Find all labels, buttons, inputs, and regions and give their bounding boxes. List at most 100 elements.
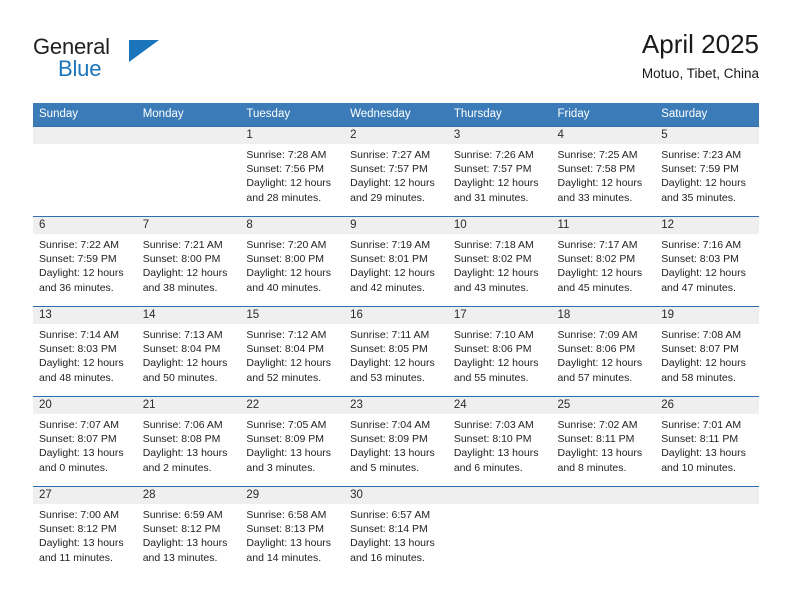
day-cell[interactable]: 17 Sunrise: 7:10 AM Sunset: 8:06 PM Dayl… <box>447 306 552 397</box>
daylight-text-line2: and 43 minutes. <box>453 281 529 294</box>
weekday-header-thursday: Thursday <box>447 103 552 127</box>
sunrise-text: Sunrise: 7:12 AM <box>246 329 327 341</box>
day-info: Sunrise: 7:22 AM Sunset: 7:59 PM Dayligh… <box>33 234 137 295</box>
day-number: 1 <box>240 127 345 144</box>
daylight-text-line1: Daylight: 12 hours <box>350 267 435 280</box>
sunset-text: Sunset: 8:03 PM <box>661 253 739 266</box>
day-cell[interactable]: 2 Sunrise: 7:27 AM Sunset: 7:57 PM Dayli… <box>344 126 448 217</box>
calendar-week-row: 27 Sunrise: 7:00 AM Sunset: 8:12 PM Dayl… <box>33 486 759 577</box>
day-cell[interactable]: 16 Sunrise: 7:11 AM Sunset: 8:05 PM Dayl… <box>344 306 448 397</box>
daylight-text-line1: Daylight: 12 hours <box>350 357 435 370</box>
calendar-page: General Blue April 2025 Motuo, Tibet, Ch… <box>0 0 792 612</box>
title-block: April 2025 Motuo, Tibet, China <box>642 28 759 84</box>
sunrise-text: Sunrise: 7:02 AM <box>557 419 638 431</box>
daylight-text-line2: and 53 minutes. <box>350 371 425 384</box>
day-cell[interactable]: 10 Sunrise: 7:18 AM Sunset: 8:02 PM Dayl… <box>447 216 552 307</box>
day-cell[interactable]: 26 Sunrise: 7:01 AM Sunset: 8:11 PM Dayl… <box>655 396 759 487</box>
day-cell[interactable] <box>551 486 656 577</box>
day-cell[interactable]: 21 Sunrise: 7:06 AM Sunset: 8:08 PM Dayl… <box>136 396 241 487</box>
brand-name-blue: Blue <box>58 56 102 81</box>
day-cell[interactable]: 11 Sunrise: 7:17 AM Sunset: 8:02 PM Dayl… <box>551 216 656 307</box>
day-cell[interactable]: 25 Sunrise: 7:02 AM Sunset: 8:11 PM Dayl… <box>551 396 656 487</box>
day-info: Sunrise: 7:13 AM Sunset: 8:04 PM Dayligh… <box>137 324 241 385</box>
day-info <box>552 504 656 508</box>
day-number: 25 <box>551 397 656 414</box>
sunset-text: Sunset: 8:06 PM <box>557 343 636 356</box>
day-cell[interactable]: 14 Sunrise: 7:13 AM Sunset: 8:04 PM Dayl… <box>136 306 241 397</box>
day-number: 12 <box>655 217 759 234</box>
daylight-text-line1: Daylight: 12 hours <box>39 267 124 280</box>
day-cell[interactable]: 1 Sunrise: 7:28 AM Sunset: 7:56 PM Dayli… <box>240 126 345 217</box>
sunrise-text: Sunrise: 7:04 AM <box>350 419 431 431</box>
day-number: 8 <box>240 217 345 234</box>
sunset-text: Sunset: 8:11 PM <box>557 433 635 446</box>
day-cell[interactable]: 19 Sunrise: 7:08 AM Sunset: 8:07 PM Dayl… <box>655 306 759 397</box>
sunrise-text: Sunrise: 7:14 AM <box>39 329 119 341</box>
brand-triangle-icon <box>129 40 159 62</box>
calendar-header-row: Sunday Monday Tuesday Wednesday Thursday… <box>33 103 759 127</box>
day-cell[interactable] <box>447 486 552 577</box>
daylight-text-line2: and 42 minutes. <box>350 281 425 294</box>
sunrise-text: Sunrise: 7:26 AM <box>453 149 534 161</box>
day-info: Sunrise: 7:17 AM Sunset: 8:02 PM Dayligh… <box>552 234 656 295</box>
day-info: Sunrise: 6:58 AM Sunset: 8:13 PM Dayligh… <box>240 504 344 565</box>
weekday-header-monday: Monday <box>136 103 241 127</box>
day-cell[interactable]: 30 Sunrise: 6:57 AM Sunset: 8:14 PM Dayl… <box>344 486 448 577</box>
day-cell[interactable]: 8 Sunrise: 7:20 AM Sunset: 8:00 PM Dayli… <box>240 216 345 307</box>
day-number: 4 <box>551 127 656 144</box>
daylight-text-line1: Daylight: 12 hours <box>661 267 746 280</box>
day-info: Sunrise: 7:12 AM Sunset: 8:04 PM Dayligh… <box>240 324 344 385</box>
day-cell[interactable]: 9 Sunrise: 7:19 AM Sunset: 8:01 PM Dayli… <box>344 216 448 307</box>
daylight-text-line2: and 58 minutes. <box>661 371 736 384</box>
day-cell[interactable]: 4 Sunrise: 7:25 AM Sunset: 7:58 PM Dayli… <box>551 126 656 217</box>
day-info <box>655 504 759 508</box>
day-cell[interactable] <box>33 126 137 217</box>
day-cell[interactable]: 22 Sunrise: 7:05 AM Sunset: 8:09 PM Dayl… <box>240 396 345 487</box>
day-cell[interactable]: 23 Sunrise: 7:04 AM Sunset: 8:09 PM Dayl… <box>344 396 448 487</box>
daylight-text-line2: and 57 minutes. <box>557 371 633 384</box>
day-cell[interactable]: 12 Sunrise: 7:16 AM Sunset: 8:03 PM Dayl… <box>655 216 759 307</box>
sunrise-text: Sunrise: 7:06 AM <box>142 419 223 431</box>
day-cell[interactable]: 27 Sunrise: 7:00 AM Sunset: 8:12 PM Dayl… <box>33 486 137 577</box>
daylight-text-line2: and 31 minutes. <box>453 191 529 204</box>
day-number: 2 <box>344 127 448 144</box>
sunrise-text: Sunrise: 6:59 AM <box>142 509 223 521</box>
day-cell[interactable]: 20 Sunrise: 7:07 AM Sunset: 8:07 PM Dayl… <box>33 396 137 487</box>
daylight-text-line1: Daylight: 12 hours <box>246 357 332 370</box>
day-number: 19 <box>655 307 759 324</box>
day-number: 29 <box>240 487 345 504</box>
day-info: Sunrise: 7:06 AM Sunset: 8:08 PM Dayligh… <box>137 414 241 475</box>
day-number <box>447 487 552 504</box>
day-cell[interactable]: 5 Sunrise: 7:23 AM Sunset: 7:59 PM Dayli… <box>655 126 759 217</box>
daylight-text-line2: and 0 minutes. <box>39 461 108 474</box>
day-info: Sunrise: 7:04 AM Sunset: 8:09 PM Dayligh… <box>344 414 448 475</box>
day-cell[interactable]: 3 Sunrise: 7:26 AM Sunset: 7:57 PM Dayli… <box>447 126 552 217</box>
day-cell[interactable]: 7 Sunrise: 7:21 AM Sunset: 8:00 PM Dayli… <box>136 216 241 307</box>
sunset-text: Sunset: 8:02 PM <box>453 253 532 266</box>
sunrise-text: Sunrise: 7:05 AM <box>246 419 327 431</box>
day-cell[interactable]: 29 Sunrise: 6:58 AM Sunset: 8:13 PM Dayl… <box>240 486 345 577</box>
day-cell[interactable]: 15 Sunrise: 7:12 AM Sunset: 8:04 PM Dayl… <box>240 306 345 397</box>
daylight-text-line1: Daylight: 12 hours <box>246 267 332 280</box>
daylight-text-line2: and 45 minutes. <box>557 281 633 294</box>
day-number: 26 <box>655 397 759 414</box>
day-number: 5 <box>655 127 759 144</box>
day-cell[interactable] <box>136 126 241 217</box>
daylight-text-line1: Daylight: 12 hours <box>246 177 332 190</box>
day-cell[interactable]: 24 Sunrise: 7:03 AM Sunset: 8:10 PM Dayl… <box>447 396 552 487</box>
day-cell[interactable]: 18 Sunrise: 7:09 AM Sunset: 8:06 PM Dayl… <box>551 306 656 397</box>
daylight-text-line2: and 13 minutes. <box>142 551 218 564</box>
brand-logo[interactable]: General Blue <box>33 34 213 90</box>
day-info: Sunrise: 7:03 AM Sunset: 8:10 PM Dayligh… <box>448 414 552 475</box>
day-cell[interactable]: 6 Sunrise: 7:22 AM Sunset: 7:59 PM Dayli… <box>33 216 137 307</box>
day-cell[interactable]: 28 Sunrise: 6:59 AM Sunset: 8:12 PM Dayl… <box>136 486 241 577</box>
daylight-text-line2: and 55 minutes. <box>453 371 529 384</box>
day-cell[interactable]: 13 Sunrise: 7:14 AM Sunset: 8:03 PM Dayl… <box>33 306 137 397</box>
page-header: General Blue April 2025 Motuo, Tibet, Ch… <box>33 28 759 96</box>
day-info: Sunrise: 7:07 AM Sunset: 8:07 PM Dayligh… <box>33 414 137 475</box>
day-cell[interactable] <box>655 486 759 577</box>
day-number: 10 <box>447 217 552 234</box>
sunrise-text: Sunrise: 6:58 AM <box>246 509 327 521</box>
daylight-text-line1: Daylight: 12 hours <box>557 357 643 370</box>
day-number: 11 <box>551 217 656 234</box>
